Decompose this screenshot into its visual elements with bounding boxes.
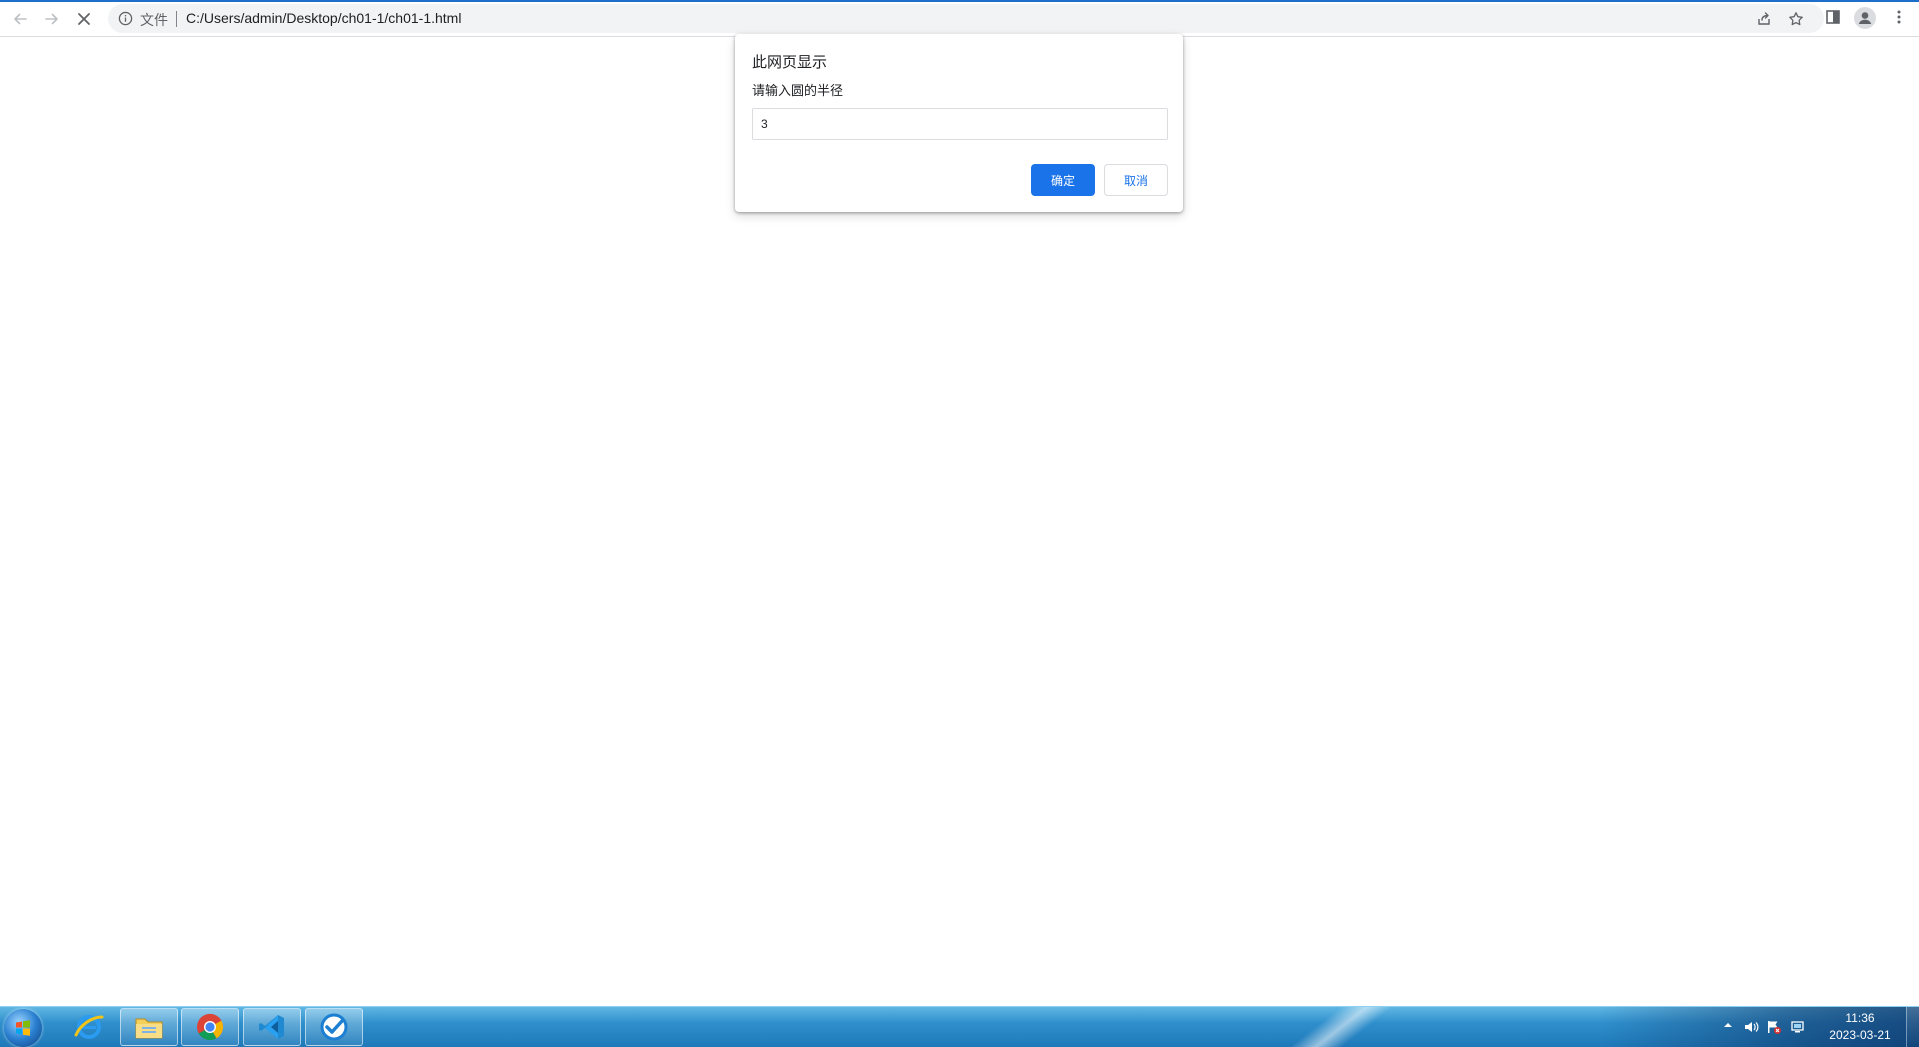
more-vertical-icon[interactable] xyxy=(1890,8,1908,26)
bookmark-star-icon[interactable] xyxy=(1788,11,1804,27)
windows-logo-icon xyxy=(16,1020,30,1036)
person-icon xyxy=(1858,12,1872,24)
stop-loading-button[interactable] xyxy=(70,5,98,33)
side-panel-icon[interactable] xyxy=(1824,8,1842,26)
radius-input[interactable] xyxy=(752,108,1168,140)
taskbar-internet-explorer[interactable] xyxy=(60,1008,118,1046)
url-text[interactable]: C:/Users/admin/Desktop/ch01-1/ch01-1.htm… xyxy=(186,10,461,26)
taskbar-file-explorer[interactable] xyxy=(120,1008,178,1046)
toolbar-top-accent xyxy=(0,0,1919,2)
back-button[interactable] xyxy=(6,5,34,33)
cancel-button[interactable]: 取消 xyxy=(1104,164,1168,196)
folder-icon xyxy=(135,1018,163,1039)
taskbar-vscode[interactable] xyxy=(243,1008,301,1046)
clock-time: 11:36 xyxy=(1845,1011,1875,1025)
info-icon[interactable] xyxy=(118,11,133,26)
taskbar: 11:36 2023-03-21 xyxy=(0,1006,1919,1047)
checkmark-circle-icon xyxy=(320,1013,348,1041)
dialog-title: 此网页显示 xyxy=(752,53,828,71)
start-button[interactable] xyxy=(4,1009,42,1047)
share-icon[interactable] xyxy=(1756,11,1772,27)
clock-date: 2023-03-21 xyxy=(1829,1028,1891,1042)
ok-button[interactable]: 确定 xyxy=(1031,164,1095,196)
arrow-left-icon xyxy=(14,13,27,25)
address-bar[interactable]: 文件 C:/Users/admin/Desktop/ch01-1/ch01-1.… xyxy=(108,4,1824,33)
volume-icon[interactable] xyxy=(1743,1019,1759,1035)
forward-button[interactable] xyxy=(38,5,66,33)
show-desktop-button[interactable] xyxy=(1906,1007,1919,1047)
scheme-label: 文件 xyxy=(140,13,168,29)
dialog-message: 请输入圆的半径 xyxy=(752,84,844,99)
prompt-dialog: 此网页显示 请输入圆的半径 确定 取消 xyxy=(735,34,1183,212)
vscode-icon xyxy=(259,1015,284,1039)
browser-toolbar: 文件 C:/Users/admin/Desktop/ch01-1/ch01-1.… xyxy=(0,0,1919,37)
tray-expand-icon[interactable] xyxy=(1722,1019,1734,1031)
taskbar-check-app[interactable] xyxy=(305,1008,363,1046)
taskbar-clock[interactable]: 11:36 2023-03-21 xyxy=(1810,1010,1910,1044)
chrome-icon xyxy=(197,1013,224,1041)
arrow-right-icon xyxy=(45,13,58,25)
omnibox-separator xyxy=(176,11,177,27)
taskbar-glare xyxy=(1265,1007,1405,1047)
internet-explorer-icon xyxy=(74,1015,104,1039)
action-center-flag-icon[interactable] xyxy=(1766,1019,1782,1035)
taskbar-chrome[interactable] xyxy=(181,1008,239,1046)
network-icon[interactable] xyxy=(1790,1019,1806,1035)
close-icon xyxy=(78,13,90,25)
profile-avatar[interactable] xyxy=(1854,7,1876,29)
